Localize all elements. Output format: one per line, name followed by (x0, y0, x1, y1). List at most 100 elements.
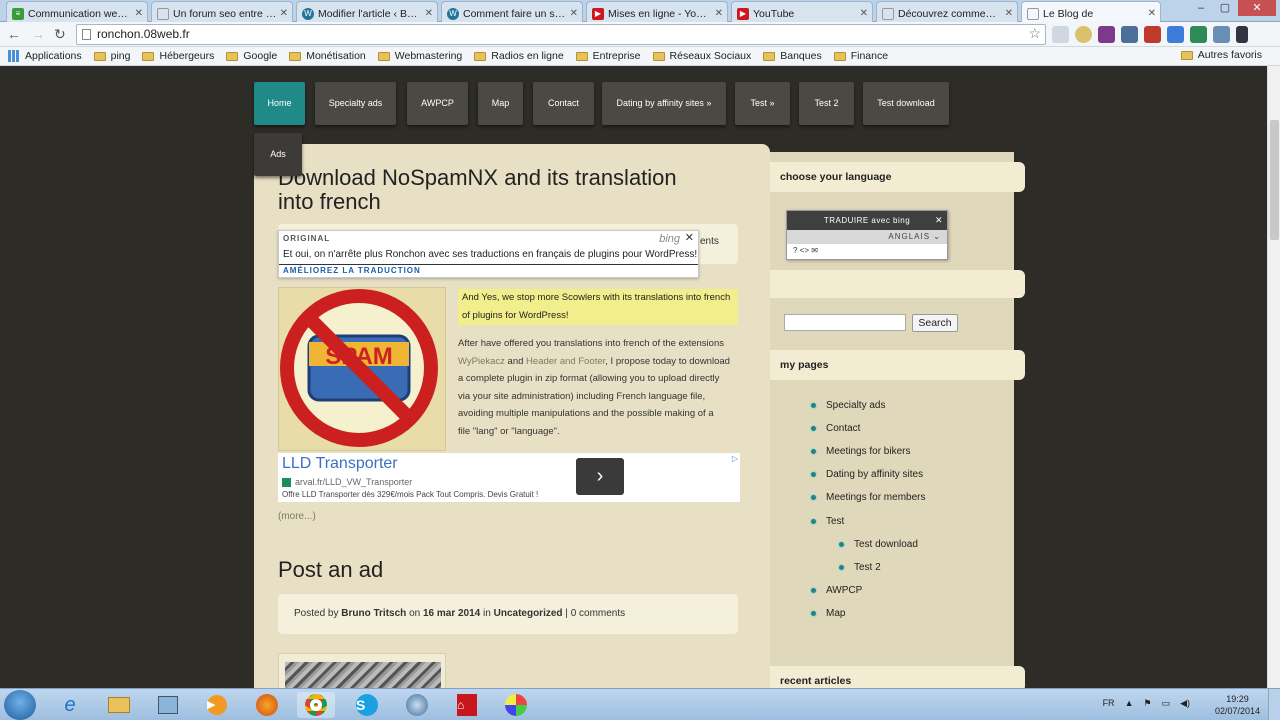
scrollbar-thumb[interactable] (1270, 120, 1279, 240)
comments-link[interactable]: 0 comments (571, 608, 625, 619)
ad-title[interactable]: LLD Transporter (282, 455, 398, 473)
network-icon[interactable]: ▭ (1162, 698, 1171, 709)
thunderbird-icon[interactable] (398, 692, 436, 718)
extension-icon[interactable] (1167, 26, 1184, 43)
other-bookmarks[interactable]: Autres favoris (1180, 49, 1262, 61)
nav-item-specialty-ads[interactable]: Specialty ads (315, 82, 396, 125)
category-link[interactable]: Uncategorized (494, 608, 563, 619)
bookmark-star-icon[interactable]: ☆ (1028, 25, 1041, 42)
read-more-link[interactable]: (more...) (278, 511, 316, 522)
forward-icon[interactable]: → (31, 26, 45, 42)
nav-item-dating[interactable]: Dating by affinity sites » (602, 82, 726, 125)
close-tab-icon[interactable]: ✕ (425, 8, 433, 19)
bookmark-folder[interactable]: Réseaux Sociaux (652, 50, 751, 62)
extension-icon[interactable] (1144, 26, 1161, 43)
browser-tab[interactable]: ≡ Communication web pr ✕ (6, 1, 148, 22)
show-desktop-button[interactable] (1268, 689, 1280, 720)
spam-image[interactable]: SPAM (278, 287, 446, 451)
maximize-icon[interactable]: ▢ (1214, 0, 1236, 16)
clock[interactable]: 19:29 02/07/2014 (1215, 693, 1260, 717)
extension-icon[interactable] (1121, 26, 1138, 43)
browser-tab[interactable]: W Comment faire un site v ✕ (441, 1, 583, 22)
pdf-reader-icon[interactable]: ⌂ (448, 692, 486, 718)
page-link[interactable]: Test 2 (838, 562, 881, 573)
close-window-icon[interactable]: ✕ (1238, 0, 1276, 16)
author-link[interactable]: Bruno Tritsch (341, 608, 406, 619)
bookmark-folder[interactable]: Hébergeurs (142, 50, 214, 62)
browser-tab-active[interactable]: Le Blog de ✕ (1021, 1, 1161, 22)
translator-footer-icons[interactable]: ? <> ✉ (787, 244, 947, 257)
bookmark-folder[interactable]: Google (226, 50, 277, 62)
nav-item-home[interactable]: Home (254, 82, 305, 125)
page-scrollbar[interactable] (1267, 66, 1280, 688)
ad-url[interactable]: arval.fr/LLD_VW_Transporter (282, 477, 412, 487)
nav-item-ads[interactable]: Ads (254, 133, 302, 176)
nav-item-test[interactable]: Test » (735, 82, 790, 125)
search-button[interactable]: Search (912, 314, 958, 332)
language-select[interactable]: ANGLAIS ⌄ (787, 230, 947, 244)
reload-icon[interactable]: ↻ (54, 26, 66, 43)
paint-icon[interactable] (497, 692, 535, 718)
extension-icon[interactable] (1213, 26, 1230, 43)
page-link[interactable]: Contact (810, 423, 860, 434)
post-title-link[interactable]: Download NoSpamNX and its translation in… (278, 166, 677, 214)
minimize-icon[interactable]: – (1190, 0, 1212, 16)
bookmark-folder[interactable]: ping (93, 50, 130, 62)
nav-item-map[interactable]: Map (478, 82, 523, 125)
bookmark-folder[interactable]: Finance (833, 50, 888, 62)
bookmark-folder[interactable]: Entreprise (575, 50, 641, 62)
volume-icon[interactable]: ◀) (1180, 698, 1190, 709)
adchoices-icon[interactable]: ▷ (732, 454, 738, 463)
media-player-icon[interactable]: ▶ (198, 692, 236, 718)
browser-tab[interactable]: ▶ Mises en ligne - YouTul ✕ (586, 1, 728, 22)
tray-expand-icon[interactable]: ▲ (1125, 698, 1134, 709)
ad-banner[interactable]: LLD Transporter arval.fr/LLD_VW_Transpor… (278, 453, 740, 502)
menu-icon[interactable] (1236, 26, 1248, 43)
close-icon[interactable]: ✕ (935, 211, 943, 230)
extension-icon[interactable] (1190, 26, 1207, 43)
internet-explorer-icon[interactable]: e (51, 692, 89, 718)
browser-tab[interactable]: W Modifier l'article ‹ BT W ✕ (296, 1, 438, 22)
bing-translator-widget[interactable]: TRADUIRE avec bing ✕ ANGLAIS ⌄ ? <> ✉ (786, 210, 948, 260)
start-button[interactable] (4, 690, 36, 720)
back-icon[interactable]: ← (7, 26, 21, 42)
chrome-icon[interactable] (297, 692, 335, 718)
page-link[interactable]: Dating by affinity sites (810, 469, 923, 480)
page-link[interactable]: AWPCP (810, 585, 862, 596)
bookmark-folder[interactable]: Webmastering (377, 50, 462, 62)
nav-item-test-2[interactable]: Test 2 (799, 82, 854, 125)
close-icon[interactable]: ✕ (685, 231, 694, 244)
page-link[interactable]: Test (810, 516, 844, 527)
post-title-link[interactable]: Post an ad (278, 558, 383, 582)
browser-tab[interactable]: Un forum seo entre ami ✕ (151, 1, 293, 22)
firefox-icon[interactable] (248, 692, 286, 718)
bookmark-apps[interactable]: Applications (8, 50, 82, 62)
page-link[interactable]: Meetings for members (810, 492, 925, 503)
bookmark-folder[interactable]: Radios en ligne (474, 50, 564, 62)
nav-item-contact[interactable]: Contact (533, 82, 594, 125)
control-panel-icon[interactable] (149, 692, 187, 718)
search-input[interactable] (784, 314, 906, 331)
page-link[interactable]: Meetings for bikers (810, 446, 910, 457)
extension-icon[interactable] (1052, 26, 1069, 43)
bookmark-folder[interactable]: Banques (763, 50, 822, 62)
close-tab-icon[interactable]: ✕ (280, 8, 288, 19)
bookmark-folder[interactable]: Monétisation (289, 50, 366, 62)
browser-tab[interactable]: ▶ YouTube ✕ (731, 1, 873, 22)
extension-icon[interactable] (1098, 26, 1115, 43)
nav-item-awpcp[interactable]: AWPCP (407, 82, 468, 125)
flag-icon[interactable]: ⚑ (1143, 698, 1151, 709)
browser-tab[interactable]: Découvrez comment fa ✕ (876, 1, 1018, 22)
close-tab-icon[interactable]: ✕ (1005, 8, 1013, 19)
close-tab-icon[interactable]: ✕ (860, 8, 868, 19)
nav-item-test-download[interactable]: Test download (863, 82, 949, 125)
close-tab-icon[interactable]: ✕ (135, 8, 143, 19)
post-thumbnail[interactable] (278, 653, 446, 688)
page-link[interactable]: Specialty ads (810, 400, 885, 411)
skype-icon[interactable]: S (348, 692, 386, 718)
page-link[interactable]: Map (810, 608, 845, 619)
close-tab-icon[interactable]: ✕ (1148, 8, 1156, 19)
language-indicator[interactable]: FR (1103, 698, 1115, 709)
page-link[interactable]: Test download (838, 539, 918, 550)
address-bar[interactable]: ronchon.08web.fr ☆ (76, 24, 1046, 45)
